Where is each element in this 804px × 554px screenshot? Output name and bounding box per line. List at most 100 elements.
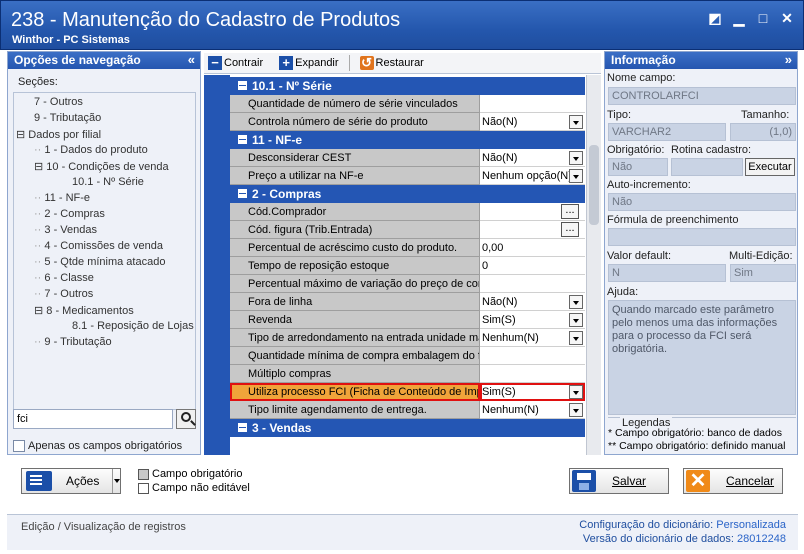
- expand-button[interactable]: + Expandir: [279, 56, 339, 70]
- dropdown-arrow-icon[interactable]: [569, 403, 583, 417]
- restore-button[interactable]: ↺ Restaurar: [359, 56, 424, 70]
- tree-item[interactable]: ·· 4 - Comissões de venda: [34, 240, 163, 252]
- grid-row[interactable]: Tipo de arredondamento na entrada unidad…: [230, 329, 585, 347]
- tree-item[interactable]: ⊟ Dados por filial: [16, 128, 101, 141]
- dropdown-arrow-icon[interactable]: [569, 313, 583, 327]
- field-value[interactable]: [480, 275, 585, 293]
- field-value[interactable]: [480, 347, 585, 365]
- help-label: Ajuda:: [607, 286, 639, 298]
- status-bar: Edição / Visualização de registros Confi…: [7, 514, 798, 550]
- grid-row[interactable]: Tipo limite agendamento de entrega. Nenhu…: [230, 401, 585, 419]
- grid-row[interactable]: Cód. figura (Trib.Entrada)...: [230, 221, 585, 239]
- grid-row[interactable]: Múltiplo compras: [230, 365, 585, 383]
- search-button[interactable]: [176, 409, 196, 429]
- field-value[interactable]: Sim(S): [480, 311, 585, 329]
- dropdown-arrow-icon[interactable]: [569, 385, 583, 399]
- tree-item[interactable]: ·· 7 - Outros: [34, 288, 93, 300]
- dropdown-arrow-icon[interactable]: [569, 331, 583, 345]
- grid-category-row[interactable]: 3 - Vendas: [230, 419, 585, 437]
- grid-row[interactable]: Controla número de série do produto Não(N…: [230, 113, 585, 131]
- field-value[interactable]: Não(N): [480, 113, 585, 131]
- grid-row[interactable]: Cód.Comprador...: [230, 203, 585, 221]
- field-value[interactable]: Não(N): [480, 293, 585, 311]
- field-value[interactable]: Não(N): [480, 149, 585, 167]
- field-value[interactable]: Sim(S): [480, 383, 585, 401]
- grid-row[interactable]: Desconsiderar CEST Não(N): [230, 149, 585, 167]
- search-input[interactable]: [13, 409, 173, 429]
- tree-item[interactable]: ·· 5 - Qtde mínima atacado: [34, 256, 165, 268]
- cancel-button[interactable]: ✕ Cancelar: [683, 468, 783, 494]
- save-button[interactable]: Salvar: [569, 468, 669, 494]
- tree-item[interactable]: ·· 11 - NF-e: [34, 192, 90, 204]
- field-value[interactable]: 0: [480, 257, 585, 275]
- sections-tree[interactable]: 7 - Outros 9 - Tributação ⊟ Dados por fi…: [13, 92, 196, 410]
- field-value[interactable]: [480, 95, 585, 113]
- tree-item[interactable]: ·· 9 - Tributação: [34, 336, 112, 348]
- ellipsis-button[interactable]: ...: [561, 204, 579, 219]
- grid-row[interactable]: Percentual de acréscimo custo do produto…: [230, 239, 585, 257]
- grid-category-row[interactable]: 2 - Compras: [230, 185, 585, 203]
- field-value[interactable]: ...: [480, 203, 585, 221]
- grid-scrollbar[interactable]: [586, 75, 601, 455]
- property-grid[interactable]: 10.1 - Nº Série Quantidade de número de s…: [204, 75, 585, 455]
- tree-collapse-icon[interactable]: ⊟: [34, 305, 46, 317]
- multiedit-label: Multi-Edição:: [729, 250, 793, 262]
- grid-row[interactable]: Preço a utilizar na NF-e Nenhum opção(N): [230, 167, 585, 185]
- grid-row[interactable]: Quantidade mínima de compra embalagem do…: [230, 347, 585, 365]
- grid-row[interactable]: Fora de linha Não(N): [230, 293, 585, 311]
- tree-item[interactable]: 8.1 - Reposição de Lojas: [72, 320, 194, 332]
- grid-row-selected[interactable]: Utiliza processo FCI (Ficha de Conteúdo …: [230, 383, 585, 401]
- only-required-checkbox[interactable]: [13, 440, 25, 452]
- scrollbar-thumb[interactable]: [589, 145, 599, 225]
- category-collapse-icon[interactable]: [238, 423, 247, 432]
- category-label: 11 - NF-e: [252, 133, 303, 147]
- tree-item[interactable]: 9 - Tributação: [34, 112, 101, 124]
- grid-category-row[interactable]: 10.1 - Nº Série: [230, 77, 585, 95]
- actions-dropdown-icon[interactable]: [112, 469, 120, 493]
- grid-category-row[interactable]: 11 - NF-e: [230, 131, 585, 149]
- field-value[interactable]: Nenhum(N): [480, 401, 585, 419]
- tree-item-selected[interactable]: 10.1 - Nº Série: [72, 176, 144, 188]
- dropdown-arrow-icon[interactable]: [569, 295, 583, 309]
- category-collapse-icon[interactable]: [238, 81, 247, 90]
- tree-collapse-icon[interactable]: ⊟: [16, 129, 28, 141]
- field-value[interactable]: Nenhum(N): [480, 329, 585, 347]
- tree-item[interactable]: ·· 2 - Compras: [34, 208, 105, 220]
- legend-box: Legendas * Campo obrigatório: banco de d…: [608, 417, 796, 454]
- tree-item[interactable]: ·· 1 - Dados do produto: [34, 144, 148, 156]
- collapse-right-icon[interactable]: »: [785, 52, 792, 67]
- tree-item[interactable]: ⊟ 10 - Condições de venda: [34, 160, 169, 173]
- dropdown-arrow-icon[interactable]: [569, 169, 583, 183]
- grid-row[interactable]: Revenda Sim(S): [230, 311, 585, 329]
- ellipsis-button[interactable]: ...: [561, 222, 579, 237]
- maximize-icon[interactable]: □: [755, 10, 771, 26]
- execute-button[interactable]: Executar: [745, 158, 795, 176]
- required-value: Não: [608, 158, 668, 176]
- search-icon: [181, 412, 191, 422]
- tree-collapse-icon[interactable]: ⊟: [34, 161, 46, 173]
- field-value[interactable]: Nenhum opção(N): [480, 167, 585, 185]
- tree-item[interactable]: ·· 3 - Vendas: [34, 224, 97, 236]
- restore-window-icon[interactable]: ◩: [707, 10, 723, 26]
- dropdown-arrow-icon[interactable]: [569, 115, 583, 129]
- help-text: Quando marcado este parâmetro pelo menos…: [608, 300, 796, 415]
- category-collapse-icon[interactable]: [238, 135, 247, 144]
- minimize-icon[interactable]: ▁: [731, 10, 747, 26]
- collapse-left-icon[interactable]: «: [188, 52, 195, 67]
- field-value[interactable]: 0,00: [480, 239, 585, 257]
- collapse-button[interactable]: − Contrair: [208, 56, 263, 70]
- only-required-toggle[interactable]: Apenas os campos obrigatórios: [13, 440, 182, 452]
- category-collapse-icon[interactable]: [238, 189, 247, 198]
- dropdown-arrow-icon[interactable]: [569, 151, 583, 165]
- tree-item[interactable]: ·· 6 - Classe: [34, 272, 94, 284]
- field-value[interactable]: [480, 365, 585, 383]
- close-icon[interactable]: ✕: [779, 10, 795, 26]
- grid-row[interactable]: Quantidade de número de série vinculados: [230, 95, 585, 113]
- field-value[interactable]: ...: [480, 221, 585, 239]
- tree-item[interactable]: ⊟ 8 - Medicamentos: [34, 304, 134, 317]
- grid-row[interactable]: Percentual máximo de variação do preço d…: [230, 275, 585, 293]
- actions-button[interactable]: Ações: [21, 468, 121, 494]
- tree-item[interactable]: 7 - Outros: [34, 96, 83, 108]
- grid-row[interactable]: Tempo de reposição estoque 0: [230, 257, 585, 275]
- formula-label: Fórmula de preenchimento: [607, 214, 739, 226]
